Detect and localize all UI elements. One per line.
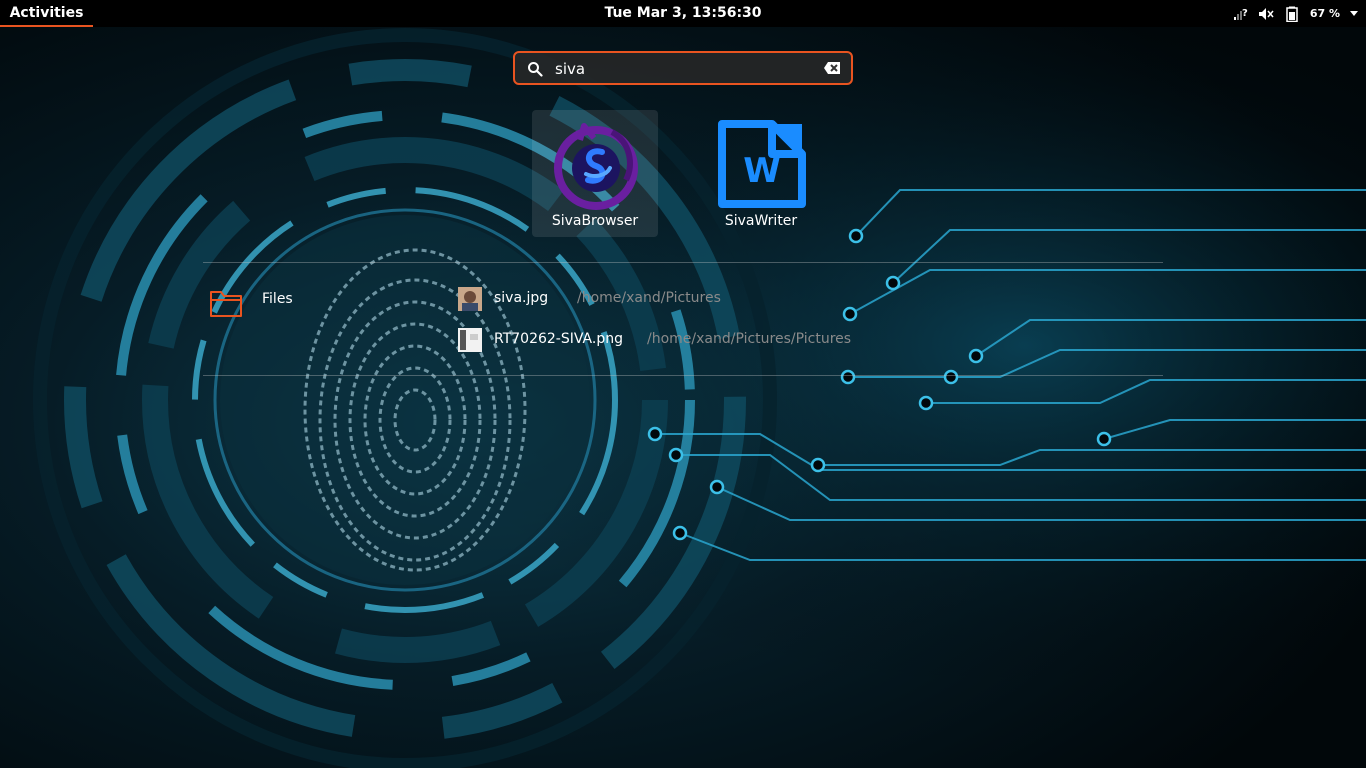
- activities-button[interactable]: Activities: [0, 0, 93, 27]
- writer-app-icon: W: [718, 120, 806, 208]
- battery-percent-label: 67 %: [1309, 7, 1340, 20]
- image-thumbnail-icon: [458, 287, 482, 311]
- volume-muted-icon: [1258, 7, 1274, 20]
- provider-files[interactable]: Files: [209, 286, 319, 322]
- battery-icon: [1286, 6, 1298, 22]
- desktop-screen: Activities Tue Mar 3, 13:56:30 ? 67 % si…: [0, 0, 1366, 768]
- app-result-sivabrowser[interactable]: SivaBrowser: [532, 110, 658, 237]
- file-result-siva-jpg[interactable]: siva.jpg /home/xand/Pictures: [454, 285, 914, 315]
- search-icon: [528, 62, 543, 77]
- clear-text-icon[interactable]: [823, 61, 841, 75]
- folder-icon: [210, 291, 242, 317]
- provider-label-files: Files: [262, 291, 293, 307]
- results-separator-top: [203, 262, 1163, 263]
- file-path: /home/xand/Pictures: [577, 290, 721, 306]
- file-path: /home/xand/Pictures/Pictures: [647, 331, 852, 347]
- app-result-sivawriter[interactable]: W SivaWriter: [698, 110, 824, 237]
- results-separator-bottom: [203, 375, 1163, 376]
- svg-text:W: W: [743, 151, 781, 191]
- menu-caret-icon: [1350, 11, 1358, 16]
- image-thumbnail-icon: [458, 328, 482, 352]
- svg-text:?: ?: [1242, 8, 1248, 19]
- app-label-sivabrowser: SivaBrowser: [551, 213, 639, 229]
- app-label-sivawriter: SivaWriter: [724, 213, 798, 229]
- file-name: siva.jpg: [494, 290, 549, 306]
- search-input[interactable]: [553, 57, 817, 81]
- file-name: RT70262-SIVA.png: [494, 331, 623, 347]
- search-box[interactable]: [513, 51, 853, 85]
- wallpaper-background: [0, 0, 1366, 768]
- file-result-rt70262-siva-png[interactable]: RT70262-SIVA.png /home/xand/Pictures/Pic…: [454, 326, 914, 356]
- network-unknown-icon: ?: [1233, 8, 1248, 20]
- browser-app-icon: [554, 123, 638, 210]
- clock-button[interactable]: Tue Mar 3, 13:56:30: [583, 0, 783, 27]
- system-tray[interactable]: ? 67 %: [1232, 0, 1358, 27]
- top-bar: Activities Tue Mar 3, 13:56:30 ? 67 %: [0, 0, 1366, 27]
